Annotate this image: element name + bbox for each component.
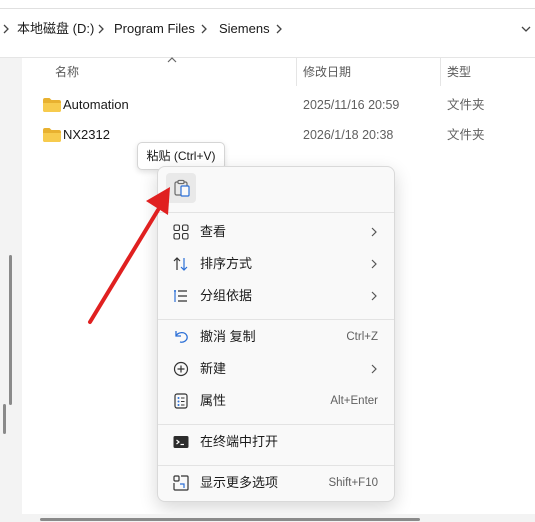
chevron-right-icon <box>371 227 377 237</box>
menu-item-label: 排序方式 <box>200 256 253 271</box>
navigation-scrollbar-thumb[interactable] <box>9 255 12 405</box>
chevron-down-icon[interactable] <box>519 16 533 42</box>
sort-icon <box>173 257 188 271</box>
column-header-name[interactable]: 名称 <box>55 60 79 84</box>
file-row[interactable]: NX2312 2026/1/18 20:38 文件夹 <box>36 120 535 150</box>
file-type: 文件夹 <box>447 98 485 112</box>
column-header-type[interactable]: 类型 <box>447 60 471 84</box>
menu-item-label: 在终端中打开 <box>200 434 279 449</box>
navigation-scrollbar-thumb-lower[interactable] <box>3 404 6 434</box>
chevron-right-icon <box>371 364 377 374</box>
breadcrumb-item-drive[interactable]: 本地磁盘 (D:) <box>17 16 94 42</box>
group-list-icon <box>174 290 187 302</box>
context-menu: 查看 排序方式 分组依据 撤消 复制 Ctrl+Z 新建 属性 Alt+Ente… <box>157 166 395 502</box>
file-name: NX2312 <box>63 127 110 142</box>
menu-item-label: 属性 <box>200 393 227 408</box>
file-row[interactable]: Automation 2025/11/16 20:59 文件夹 <box>36 90 535 120</box>
menu-separator <box>158 212 394 213</box>
menu-item-sort[interactable]: 排序方式 <box>162 249 390 279</box>
folder-icon <box>43 128 61 142</box>
chevron-right-icon[interactable] <box>273 16 287 42</box>
folder-icon <box>43 98 61 112</box>
more-options-icon <box>173 475 189 491</box>
chevron-right-icon <box>3 24 9 34</box>
menu-item-properties[interactable]: 属性 Alt+Enter <box>162 386 390 416</box>
menu-item-new[interactable]: 新建 <box>162 354 390 384</box>
menu-item-shortcut: Shift+F10 <box>328 477 378 489</box>
chevron-right-icon[interactable] <box>198 16 212 42</box>
menu-item-more-options[interactable]: 显示更多选项 Shift+F10 <box>162 468 390 498</box>
new-plus-icon <box>173 361 189 377</box>
menu-item-label: 新建 <box>200 361 227 376</box>
undo-icon <box>175 331 188 343</box>
horizontal-scrollbar-thumb[interactable] <box>40 518 420 521</box>
column-divider[interactable] <box>440 58 441 86</box>
toolbar-divider <box>0 8 535 9</box>
terminal-icon <box>173 436 189 448</box>
menu-item-label: 分组依据 <box>200 288 253 303</box>
address-bar[interactable]: 本地磁盘 (D:) Program Files Siemens <box>0 0 535 58</box>
chevron-right-icon[interactable] <box>95 16 109 42</box>
menu-item-label: 撤消 复制 <box>200 329 256 344</box>
menu-separator <box>158 319 394 320</box>
column-header-date[interactable]: 修改日期 <box>303 60 351 84</box>
properties-icon <box>174 393 188 409</box>
paste-icon <box>174 179 190 197</box>
menu-item-shortcut: Alt+Enter <box>330 395 378 407</box>
file-name: Automation <box>63 97 129 112</box>
menu-item-view[interactable]: 查看 <box>162 217 390 247</box>
menu-separator <box>158 465 394 466</box>
column-divider[interactable] <box>296 58 297 86</box>
menu-item-shortcut: Ctrl+Z <box>346 331 378 343</box>
file-date: 2026/1/18 20:38 <box>303 128 394 142</box>
file-type: 文件夹 <box>447 128 485 142</box>
menu-item-group-by[interactable]: 分组依据 <box>162 281 390 311</box>
breadcrumb-item-siemens[interactable]: Siemens <box>219 16 270 42</box>
chevron-right-icon <box>371 291 377 301</box>
menu-item-label: 显示更多选项 <box>200 475 279 490</box>
menu-item-undo-copy[interactable]: 撤消 复制 Ctrl+Z <box>162 322 390 352</box>
breadcrumb-item-program-files[interactable]: Program Files <box>114 16 195 42</box>
menu-separator <box>158 424 394 425</box>
menu-item-open-terminal[interactable]: 在终端中打开 <box>162 427 390 457</box>
grid-view-icon <box>173 224 189 240</box>
file-date: 2025/11/16 20:59 <box>303 98 400 112</box>
chevron-right-icon <box>371 259 377 269</box>
menu-item-label: 查看 <box>200 224 227 239</box>
paste-button[interactable] <box>166 173 196 203</box>
sort-ascending-icon <box>167 57 177 63</box>
